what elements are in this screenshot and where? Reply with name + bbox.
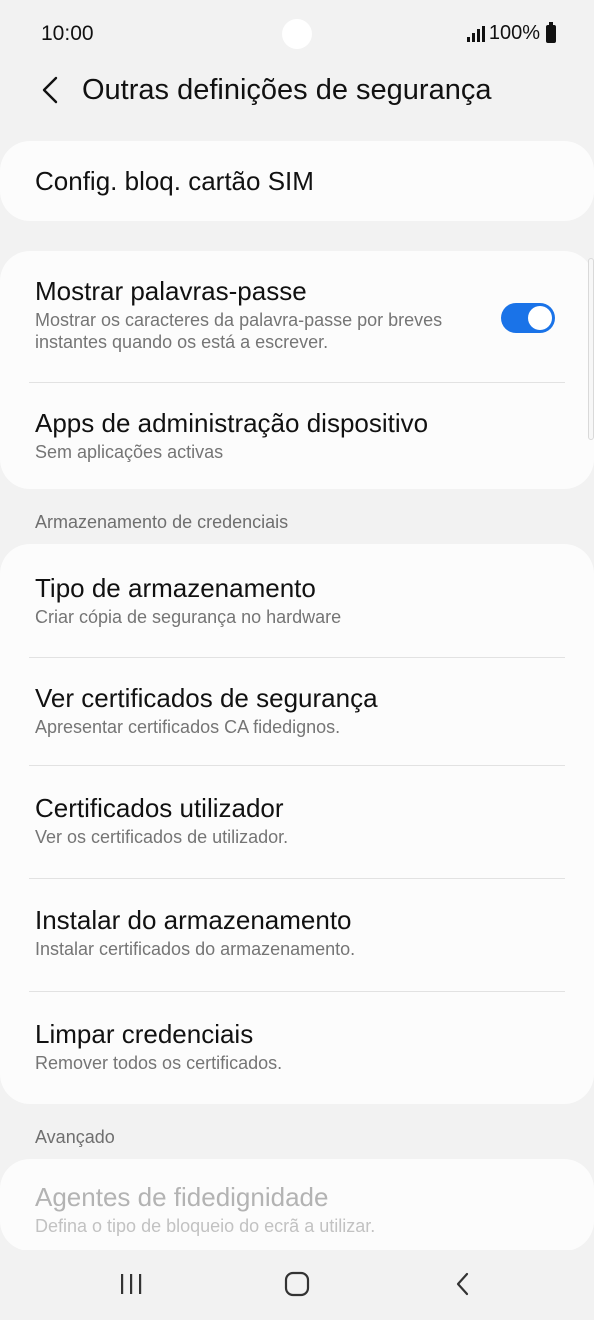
- trust-agents-subtitle: Defina o tipo de bloqueio do ecrã a util…: [35, 1216, 376, 1236]
- divider: [29, 878, 565, 879]
- view-certificates-title: Ver certificados de segurança: [35, 683, 378, 713]
- advanced-card: Agentes de fidedignidade Defina o tipo d…: [0, 1159, 594, 1251]
- recent-apps-button[interactable]: [101, 1262, 161, 1306]
- status-bar: 10:00 100%: [0, 0, 594, 70]
- device-admin-title: Apps de administração dispositivo: [35, 408, 429, 438]
- back-button[interactable]: [30, 70, 70, 110]
- clear-credentials-item[interactable]: Limpar credenciais Remover todos os cert…: [35, 1018, 559, 1074]
- clear-credentials-subtitle: Remover todos os certificados.: [35, 1053, 283, 1073]
- view-certificates-item[interactable]: Ver certificados de segurança Apresentar…: [35, 682, 559, 738]
- install-from-storage-subtitle: Instalar certificados do armazenamento.: [35, 939, 356, 959]
- clear-credentials-title: Limpar credenciais: [35, 1019, 254, 1049]
- security-options-card: Mostrar palavras-passe Mostrar os caract…: [0, 251, 594, 489]
- show-passwords-toggle[interactable]: [501, 303, 555, 333]
- view-certificates-subtitle: Apresentar certificados CA fidedignos.: [35, 717, 341, 737]
- show-passwords-item[interactable]: Mostrar palavras-passe Mostrar os caract…: [35, 275, 494, 353]
- user-certificates-item[interactable]: Certificados utilizador Ver os certifica…: [35, 792, 559, 848]
- credentials-section-label: Armazenamento de credenciais: [35, 512, 289, 532]
- app-header: Outras definições de segurança: [0, 70, 594, 140]
- divider: [29, 991, 565, 992]
- screen: 10:00 100% Outras definições de seguranç…: [0, 0, 594, 1320]
- status-indicators: 100%: [466, 21, 556, 45]
- front-camera: [282, 19, 312, 49]
- sim-lock-title: Config. bloq. cartão SIM: [35, 166, 314, 196]
- show-passwords-subtitle: Mostrar os caracteres da palavra-passe p…: [35, 310, 443, 352]
- page-title: Outras definições de segurança: [82, 74, 492, 106]
- storage-type-item[interactable]: Tipo de armazenamento Criar cópia de seg…: [35, 572, 559, 628]
- install-from-storage-title: Instalar do armazenamento: [35, 905, 352, 935]
- divider: [29, 382, 565, 383]
- nav-back-button[interactable]: [433, 1262, 493, 1306]
- trust-agents-item: Agentes de fidedignidade Defina o tipo d…: [35, 1181, 559, 1237]
- install-from-storage-item[interactable]: Instalar do armazenamento Instalar certi…: [35, 904, 559, 960]
- home-icon: [284, 1271, 310, 1297]
- back-icon: [456, 1272, 469, 1296]
- navigation-bar: [0, 1250, 594, 1320]
- recent-apps-icon: [121, 1274, 142, 1294]
- battery-icon: [546, 21, 556, 43]
- divider: [29, 657, 565, 658]
- show-passwords-title: Mostrar palavras-passe: [35, 276, 307, 306]
- trust-agents-title: Agentes de fidedignidade: [35, 1182, 329, 1212]
- storage-type-title: Tipo de armazenamento: [35, 573, 316, 603]
- home-button[interactable]: [267, 1262, 327, 1306]
- signal-icon: [466, 25, 485, 42]
- scrollbar[interactable]: [588, 258, 594, 440]
- advanced-section-label: Avançado: [35, 1127, 115, 1147]
- chevron-left-icon: [42, 76, 58, 104]
- credentials-card: Tipo de armazenamento Criar cópia de seg…: [0, 544, 594, 1104]
- status-time: 10:00: [41, 22, 94, 45]
- device-admin-item[interactable]: Apps de administração dispositivo Sem ap…: [35, 407, 559, 463]
- user-certificates-subtitle: Ver os certificados de utilizador.: [35, 827, 289, 847]
- sim-lock-card: Config. bloq. cartão SIM: [0, 141, 594, 221]
- divider: [29, 765, 565, 766]
- sim-lock-item[interactable]: Config. bloq. cartão SIM: [35, 165, 559, 197]
- battery-percent: 100%: [488, 22, 540, 44]
- user-certificates-title: Certificados utilizador: [35, 793, 284, 823]
- storage-type-subtitle: Criar cópia de segurança no hardware: [35, 607, 342, 627]
- device-admin-subtitle: Sem aplicações activas: [35, 442, 224, 462]
